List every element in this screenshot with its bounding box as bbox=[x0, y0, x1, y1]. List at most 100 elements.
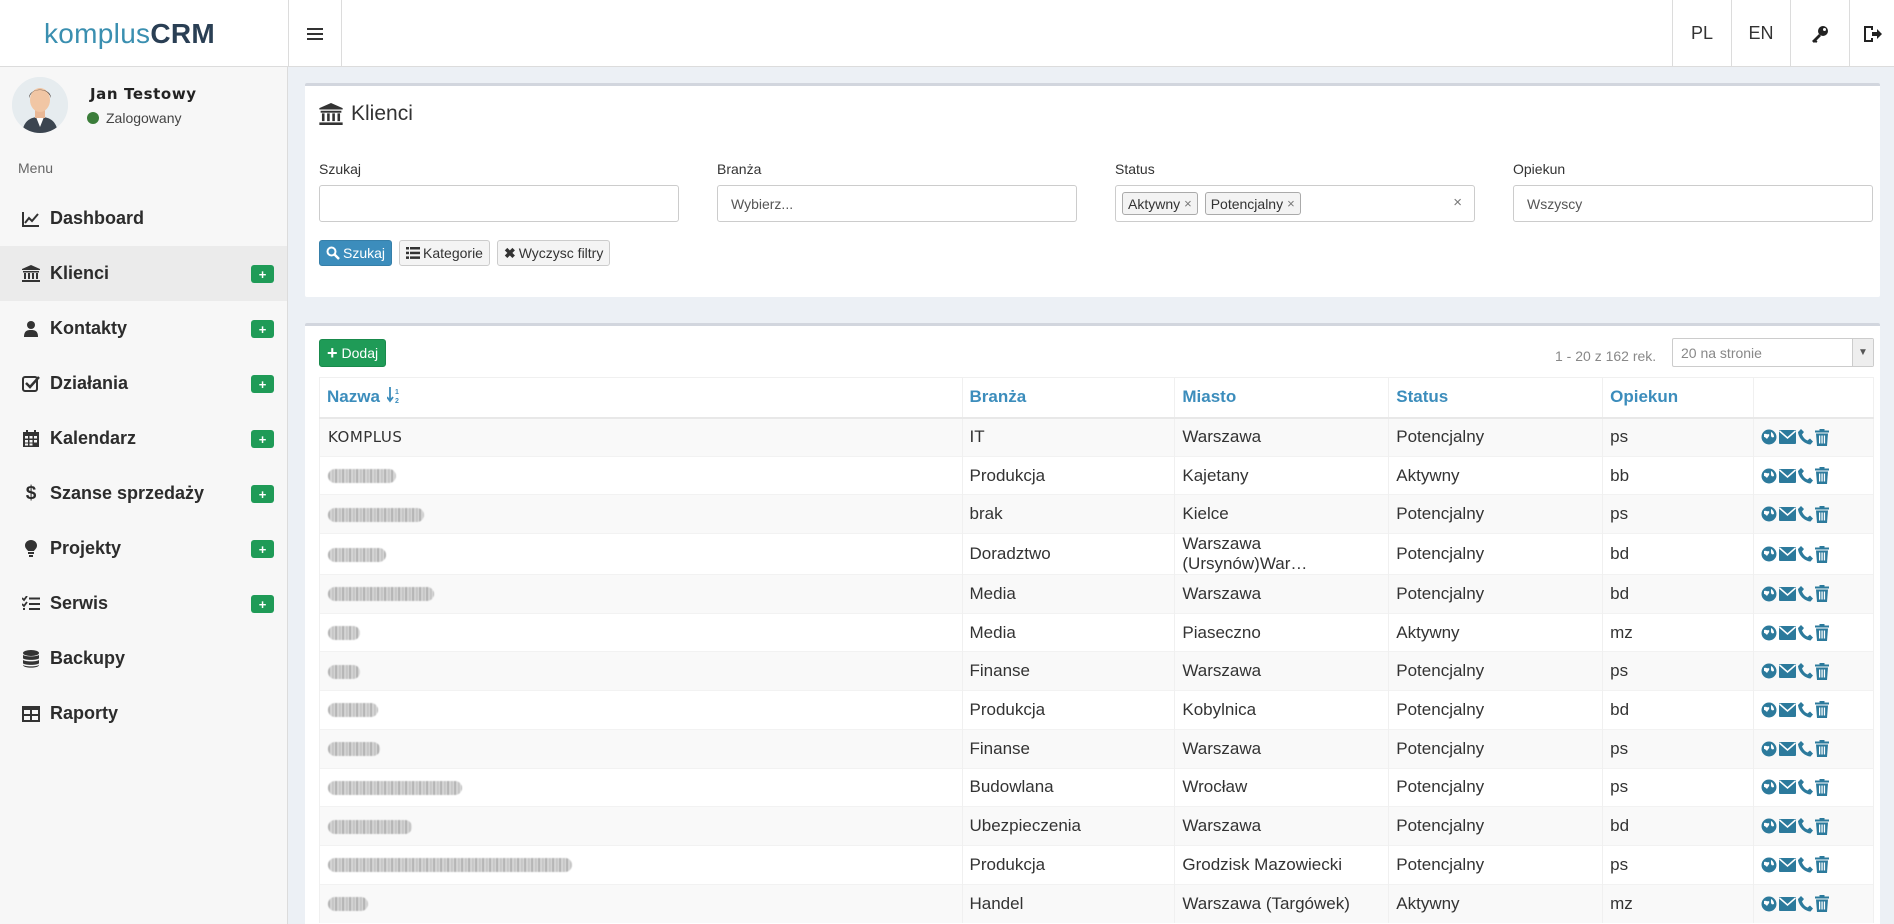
globe-icon[interactable] bbox=[1761, 429, 1777, 445]
redacted-name[interactable] bbox=[328, 587, 434, 602]
cell-nazwa[interactable] bbox=[319, 806, 963, 846]
redacted-name[interactable] bbox=[328, 703, 378, 718]
lang-en-button[interactable]: EN bbox=[1731, 0, 1790, 67]
trash-icon[interactable] bbox=[1815, 895, 1830, 913]
cell-nazwa[interactable]: KOMPLUS bbox=[319, 417, 963, 457]
table-row[interactable]: Media Warszawa Potencjalny bd bbox=[319, 574, 1874, 614]
table-row[interactable]: Finanse Warszawa Potencjalny ps bbox=[319, 728, 1874, 768]
opiekun-select[interactable]: Wszyscy bbox=[1513, 185, 1873, 222]
redacted-name[interactable] bbox=[328, 858, 572, 873]
add-kontakt-button[interactable]: + bbox=[251, 320, 274, 338]
globe-icon[interactable] bbox=[1761, 546, 1777, 562]
sidebar-item-projekty[interactable]: Projekty + bbox=[0, 521, 287, 576]
add-szansa-button[interactable]: + bbox=[251, 485, 274, 503]
add-client-button[interactable]: + Dodaj bbox=[319, 339, 387, 367]
menu-toggle-button[interactable] bbox=[288, 0, 342, 67]
clear-filters-button[interactable]: ✖ Wyczysc filtry bbox=[496, 240, 611, 266]
categories-button[interactable]: Kategorie bbox=[399, 240, 490, 266]
sidebar-item-szanse-sprzedazy[interactable]: $ Szanse sprzedaży + bbox=[0, 466, 287, 521]
envelope-icon[interactable] bbox=[1779, 507, 1797, 522]
col-header-status[interactable]: Status bbox=[1388, 377, 1604, 419]
phone-icon[interactable] bbox=[1798, 856, 1814, 873]
phone-icon[interactable] bbox=[1798, 740, 1814, 757]
add-kalendarz-button[interactable]: + bbox=[251, 430, 274, 448]
add-dzialanie-button[interactable]: + bbox=[251, 375, 274, 393]
table-row[interactable]: Finanse Warszawa Potencjalny ps bbox=[319, 651, 1874, 691]
globe-icon[interactable] bbox=[1761, 779, 1777, 795]
cell-nazwa[interactable] bbox=[319, 612, 963, 652]
table-row[interactable]: KOMPLUS IT Warszawa Potencjalny ps bbox=[319, 417, 1874, 457]
globe-icon[interactable] bbox=[1761, 818, 1777, 834]
redacted-name[interactable] bbox=[328, 819, 412, 834]
envelope-icon[interactable] bbox=[1779, 819, 1797, 834]
phone-icon[interactable] bbox=[1798, 546, 1814, 562]
phone-icon[interactable] bbox=[1798, 895, 1814, 912]
table-row[interactable]: Doradztwo Warszawa (Ursynów)War… Potencjal… bbox=[319, 533, 1874, 575]
sidebar-item-dzialania[interactable]: Działania + bbox=[0, 356, 287, 411]
sidebar-item-klienci[interactable]: Klienci + bbox=[0, 246, 287, 301]
phone-icon[interactable] bbox=[1798, 585, 1814, 602]
envelope-icon[interactable] bbox=[1779, 896, 1797, 911]
sidebar-item-kontakty[interactable]: Kontakty + bbox=[0, 301, 287, 356]
table-row[interactable]: brak Kielce Potencjalny ps bbox=[319, 494, 1874, 534]
phone-icon[interactable] bbox=[1798, 429, 1814, 445]
trash-icon[interactable] bbox=[1815, 856, 1830, 874]
cell-nazwa[interactable] bbox=[319, 844, 963, 885]
redacted-name[interactable] bbox=[328, 469, 396, 484]
phone-icon[interactable] bbox=[1798, 467, 1814, 484]
sidebar-item-dashboard[interactable]: Dashboard bbox=[0, 191, 287, 246]
cell-nazwa[interactable] bbox=[319, 574, 963, 614]
envelope-icon[interactable] bbox=[1779, 586, 1797, 601]
phone-icon[interactable] bbox=[1798, 624, 1814, 641]
table-row[interactable]: Produkcja Kajetany Aktywny bb bbox=[319, 455, 1874, 495]
client-name[interactable]: KOMPLUS bbox=[328, 428, 402, 446]
globe-icon[interactable] bbox=[1761, 702, 1777, 718]
phone-icon[interactable] bbox=[1798, 779, 1814, 795]
trash-icon[interactable] bbox=[1815, 624, 1830, 642]
redacted-name[interactable] bbox=[328, 897, 368, 912]
globe-icon[interactable] bbox=[1761, 506, 1777, 522]
phone-icon[interactable] bbox=[1798, 818, 1814, 834]
sidebar-item-serwis[interactable]: Serwis + bbox=[0, 576, 287, 631]
status-tag[interactable]: Aktywny × bbox=[1122, 192, 1198, 215]
add-serwis-button[interactable]: + bbox=[251, 595, 274, 613]
globe-icon[interactable] bbox=[1761, 468, 1777, 484]
table-row[interactable]: Produkcja Kobylnica Potencjalny bd bbox=[319, 690, 1874, 730]
table-row[interactable]: Budowlana Wrocław Potencjalny ps bbox=[319, 767, 1874, 807]
cell-nazwa[interactable] bbox=[319, 767, 963, 807]
redacted-name[interactable] bbox=[328, 742, 380, 757]
cell-nazwa[interactable] bbox=[319, 883, 963, 923]
trash-icon[interactable] bbox=[1815, 505, 1830, 523]
trash-icon[interactable] bbox=[1815, 701, 1830, 719]
globe-icon[interactable] bbox=[1761, 625, 1777, 641]
trash-icon[interactable] bbox=[1815, 778, 1830, 796]
add-klient-button[interactable]: + bbox=[251, 265, 274, 283]
envelope-icon[interactable] bbox=[1779, 741, 1797, 756]
search-input[interactable] bbox=[319, 185, 679, 222]
status-multiselect[interactable]: Aktywny × Potencjalny × × bbox=[1115, 185, 1475, 222]
globe-icon[interactable] bbox=[1761, 896, 1777, 912]
redacted-name[interactable] bbox=[328, 547, 386, 562]
globe-icon[interactable] bbox=[1761, 586, 1777, 602]
envelope-icon[interactable] bbox=[1779, 857, 1797, 872]
col-header-miasto[interactable]: Miasto bbox=[1174, 377, 1390, 419]
trash-icon[interactable] bbox=[1815, 467, 1830, 485]
globe-icon[interactable] bbox=[1761, 741, 1777, 757]
status-tag[interactable]: Potencjalny × bbox=[1204, 192, 1301, 215]
trash-icon[interactable] bbox=[1815, 585, 1830, 603]
trash-icon[interactable] bbox=[1815, 817, 1830, 835]
redacted-name[interactable] bbox=[328, 507, 424, 522]
cell-nazwa[interactable] bbox=[319, 728, 963, 768]
trash-icon[interactable] bbox=[1815, 545, 1830, 563]
table-row[interactable]: Produkcja Grodzisk Mazowiecki Potencjalny p… bbox=[319, 844, 1874, 885]
lang-pl-button[interactable]: PL bbox=[1672, 0, 1731, 67]
cell-nazwa[interactable] bbox=[319, 651, 963, 691]
globe-icon[interactable] bbox=[1761, 857, 1777, 873]
table-row[interactable]: Ubezpieczenia Warszawa Potencjalny bd bbox=[319, 806, 1874, 846]
col-header-branza[interactable]: Branża bbox=[961, 377, 1176, 419]
add-projekt-button[interactable]: + bbox=[251, 540, 274, 558]
remove-tag-icon[interactable]: × bbox=[1184, 196, 1192, 211]
per-page-select[interactable]: 20 na stronie ▼ bbox=[1672, 338, 1874, 367]
search-button[interactable]: Szukaj bbox=[319, 240, 393, 266]
envelope-icon[interactable] bbox=[1779, 625, 1797, 640]
